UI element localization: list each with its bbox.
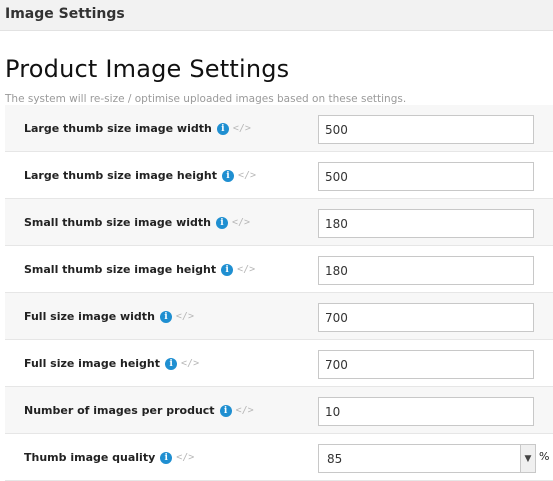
code-icon[interactable]: </>: [176, 311, 194, 322]
images-per-product-input[interactable]: [318, 397, 534, 426]
full-size-width-input[interactable]: [318, 303, 534, 332]
setting-row-full-size-height: Full size image height i </>: [5, 340, 553, 387]
setting-row-images-per-product: Number of images per product i </>: [5, 387, 553, 434]
select-value: 85: [327, 452, 343, 466]
setting-row-large-thumb-width: Large thumb size image width i </>: [5, 105, 553, 152]
setting-label: Thumb image quality: [24, 451, 156, 464]
code-icon[interactable]: </>: [237, 264, 255, 275]
setting-label: Small thumb size image height: [24, 263, 217, 276]
code-icon[interactable]: </>: [176, 452, 194, 463]
large-thumb-width-input[interactable]: [318, 115, 534, 144]
code-icon[interactable]: </>: [233, 123, 251, 134]
setting-label: Small thumb size image width: [24, 216, 211, 229]
header-title: Image Settings: [5, 6, 125, 22]
page-title: Product Image Settings: [5, 55, 290, 83]
thumb-quality-select[interactable]: 85 ▼: [318, 444, 536, 473]
info-icon[interactable]: i: [159, 310, 172, 323]
code-icon[interactable]: </>: [236, 405, 254, 416]
setting-label: Large thumb size image height: [24, 169, 217, 182]
setting-row-small-thumb-width: Small thumb size image width i </>: [5, 199, 553, 246]
info-icon[interactable]: i: [219, 404, 232, 417]
setting-label: Large thumb size image width: [24, 122, 212, 135]
settings-list: Large thumb size image width i </> Large…: [5, 105, 553, 481]
unit-label: %: [539, 450, 550, 463]
large-thumb-height-input[interactable]: [318, 162, 534, 191]
small-thumb-width-input[interactable]: [318, 209, 534, 238]
info-icon[interactable]: i: [216, 216, 228, 229]
header-bar: Image Settings: [0, 0, 553, 31]
info-icon[interactable]: i: [221, 169, 234, 182]
small-thumb-height-input[interactable]: [318, 256, 534, 285]
setting-row-thumb-quality: Thumb image quality i </> 85 ▼ %: [5, 434, 553, 481]
code-icon[interactable]: </>: [238, 170, 256, 181]
code-icon[interactable]: </>: [181, 358, 199, 369]
setting-label: Full size image height: [24, 357, 161, 370]
info-icon[interactable]: i: [165, 357, 178, 370]
setting-row-full-size-width: Full size image width i </>: [5, 293, 553, 340]
setting-label: Number of images per product: [24, 404, 215, 417]
info-icon[interactable]: i: [216, 122, 229, 135]
full-size-height-input[interactable]: [318, 350, 534, 379]
info-icon[interactable]: i: [221, 263, 234, 276]
chevron-down-icon[interactable]: ▼: [520, 445, 535, 472]
page-subtitle: The system will re-size / optimise uploa…: [5, 93, 407, 105]
setting-row-large-thumb-height: Large thumb size image height i </>: [5, 152, 553, 199]
setting-label: Full size image width: [24, 310, 155, 323]
info-icon[interactable]: i: [160, 451, 173, 464]
setting-row-small-thumb-height: Small thumb size image height i </>: [5, 246, 553, 293]
code-icon[interactable]: </>: [232, 217, 250, 228]
